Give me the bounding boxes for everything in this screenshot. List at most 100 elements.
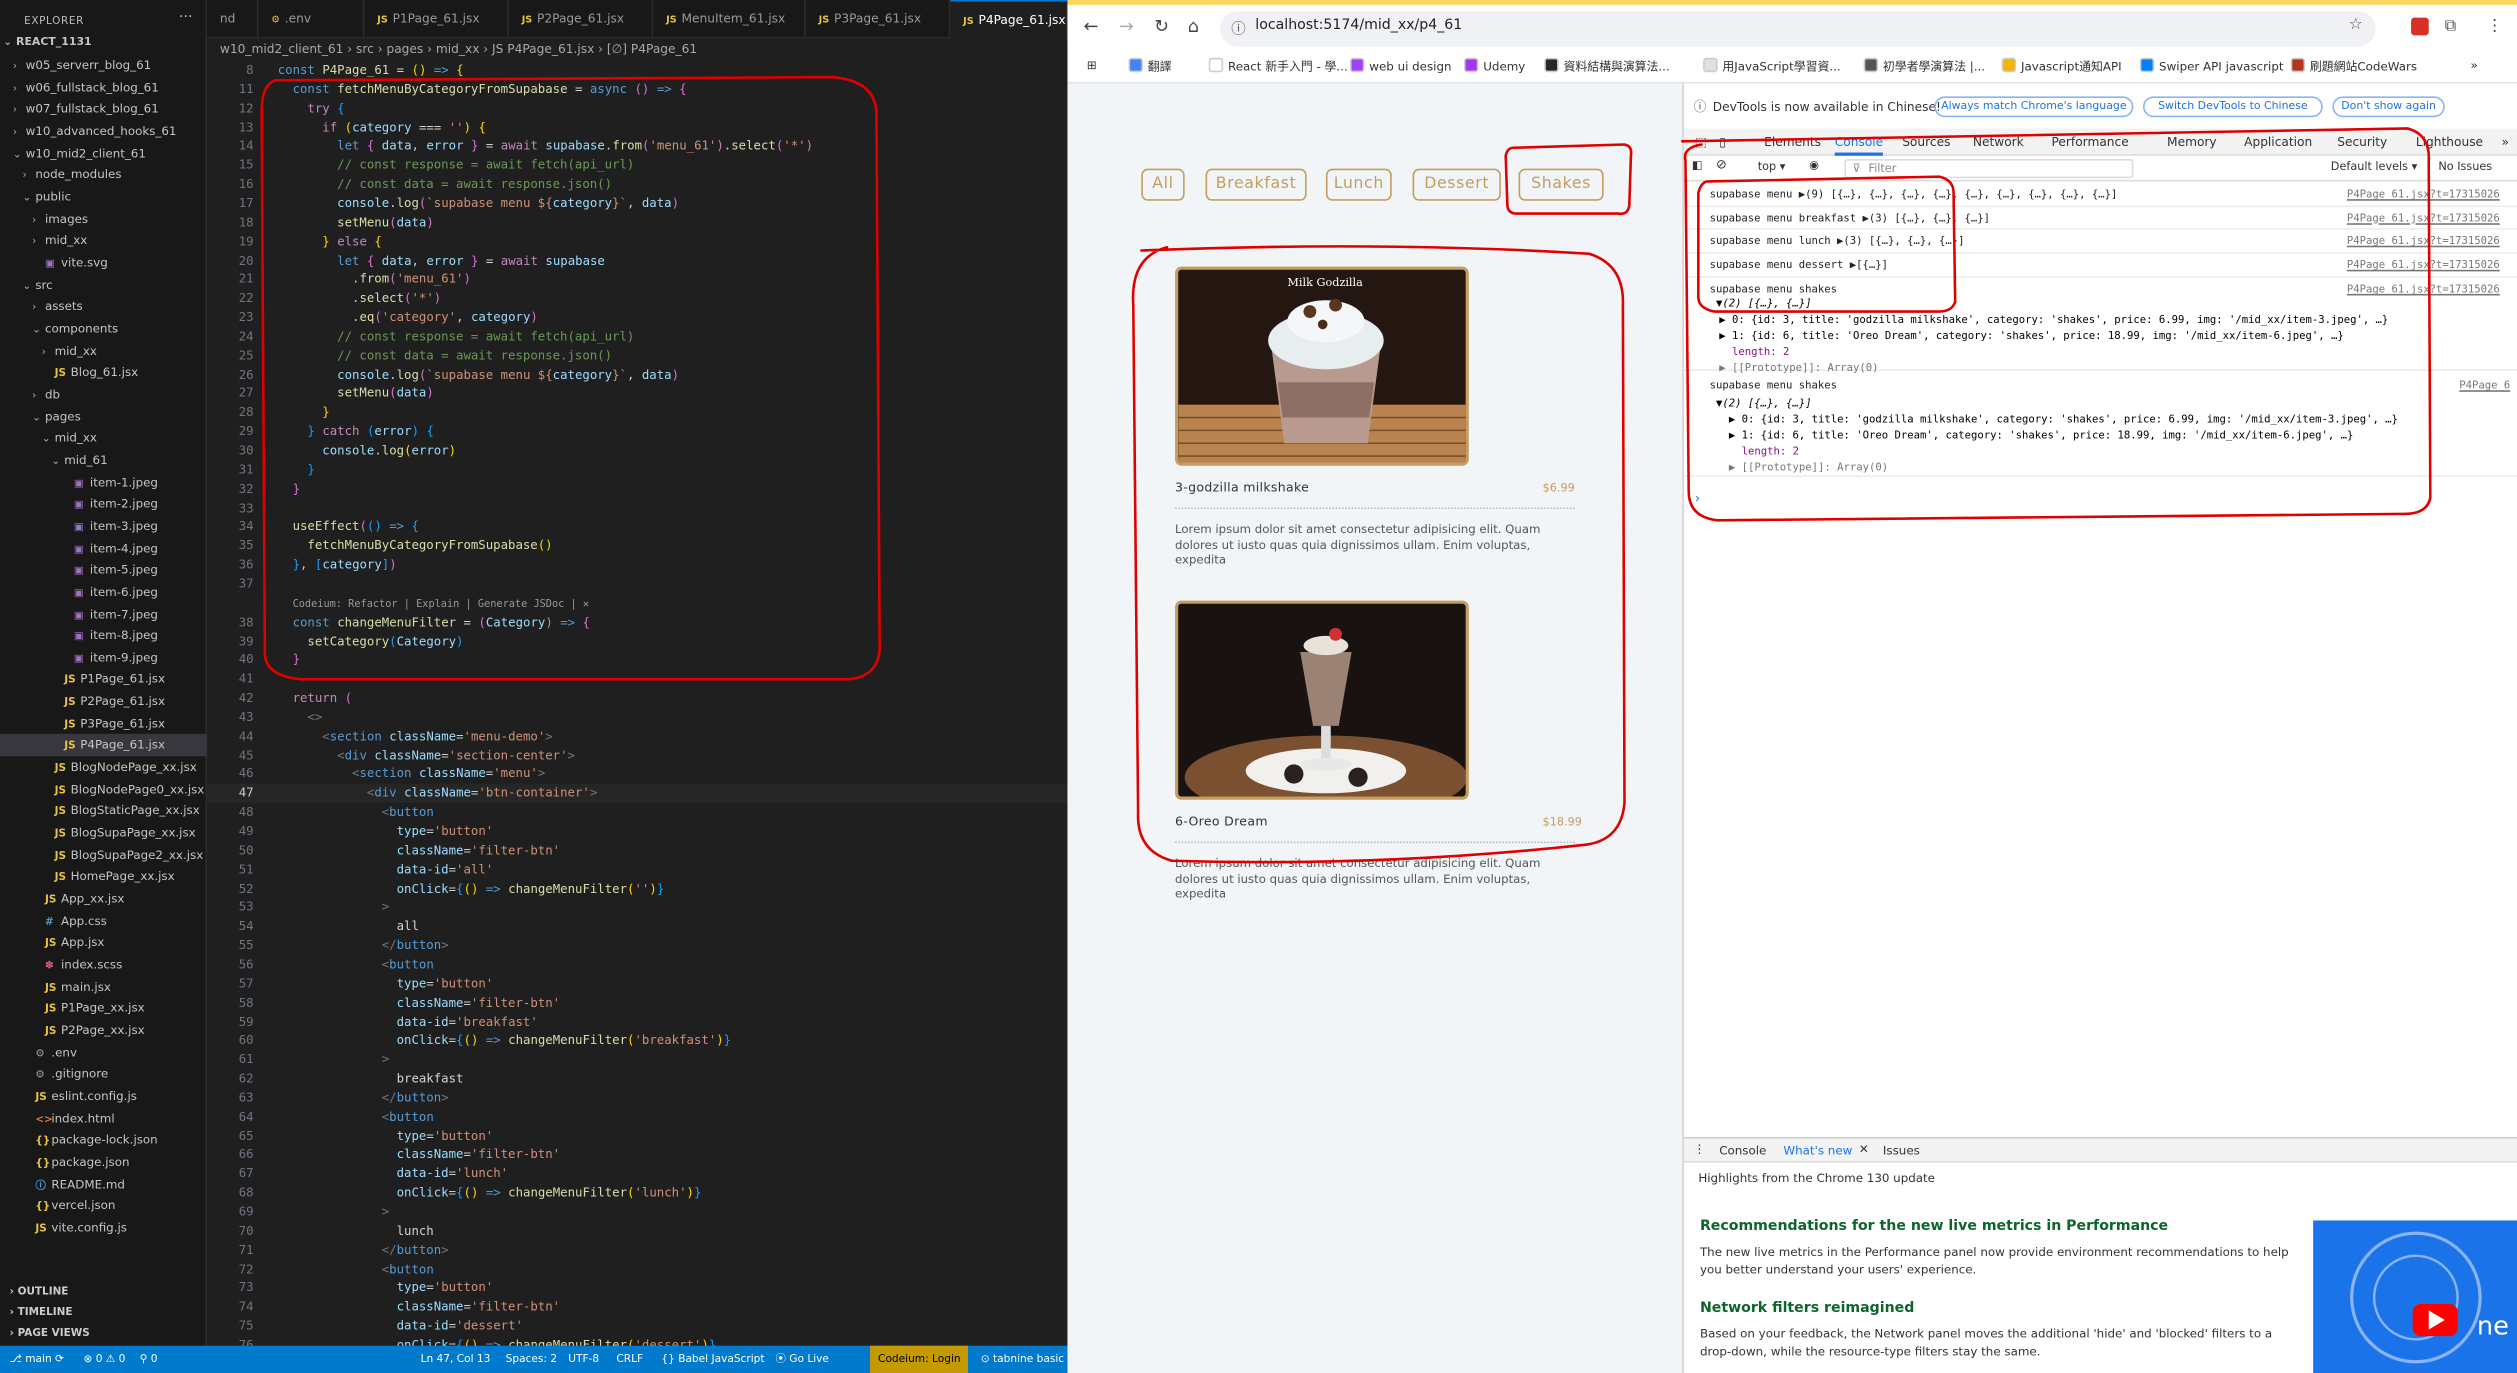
code-line[interactable]: 24 // const response = await fetch(api_u… (207, 327, 1067, 346)
code-line[interactable]: 68 onClick={() => changeMenuFilter('lunc… (207, 1184, 1067, 1203)
source-link[interactable]: P4Page_6 (2459, 379, 2510, 392)
code-line[interactable]: 66 className='filter-btn' (207, 1146, 1067, 1165)
array-entry[interactable]: ▶ 0: {id: 3, title: 'godzilla milkshake'… (1719, 313, 2388, 326)
editor-tab[interactable]: nd (207, 0, 259, 39)
array-entry[interactable]: ▶ 1: {id: 6, title: 'Oreo Dream', catego… (1729, 429, 2354, 442)
code-line[interactable]: 63 </button> (207, 1089, 1067, 1108)
tree-file[interactable]: JS BlogSupaPage2_xx.jsx (0, 844, 207, 866)
code-editor[interactable]: 8 const P4Page_61 = () => {11 const fetch… (207, 61, 1068, 1352)
code-line[interactable]: 71 </button> (207, 1241, 1067, 1260)
tree-file[interactable]: JS Blog_61.jsx (0, 362, 207, 384)
code-line[interactable]: 34 useEffect(() => { (207, 518, 1067, 537)
source-link[interactable]: P4Page_61.jsx?t=17315026 (2347, 235, 2500, 248)
tree-folder[interactable]: ⌄ mid_xx (0, 428, 207, 450)
drawer-tab-console[interactable]: Console (1719, 1143, 1766, 1157)
source-link[interactable]: P4Page_61.jsx?t=17315026 (2347, 283, 2500, 296)
console-message[interactable]: supabase menu lunch ▶(3) [{…}, {…}, {…}]… (1683, 230, 2517, 254)
forward-icon[interactable]: → (1119, 16, 1134, 37)
live-expression-icon[interactable]: ◉ (1809, 159, 1819, 172)
code-line[interactable]: 44 <section className='menu-demo'> (207, 727, 1067, 746)
more-actions-icon[interactable]: ··· (179, 10, 193, 26)
device-toolbar-icon[interactable]: ▯ (1719, 128, 1726, 155)
code-line[interactable]: Codeium: Refactor | Explain | Generate J… (207, 594, 1067, 613)
chrome-menu-icon[interactable]: ⋮ (2487, 18, 2503, 36)
code-line[interactable]: 69 > (207, 1203, 1067, 1222)
code-line[interactable]: 54 all (207, 917, 1067, 936)
code-line[interactable]: 57 type='button' (207, 974, 1067, 993)
devtools-tab-sources[interactable]: Sources (1902, 128, 1950, 155)
tree-folder[interactable]: › assets (0, 296, 207, 318)
inspect-icon[interactable]: ⬚ (1695, 128, 1707, 155)
tree-file[interactable]: ⚙ .gitignore (0, 1064, 207, 1086)
tree-file[interactable]: ⚙ .env (0, 1042, 207, 1064)
tree-folder[interactable]: ⌄ src (0, 274, 207, 296)
tree-file[interactable]: {}package.json (0, 1151, 207, 1173)
filter-button-breakfast[interactable]: Breakfast (1205, 168, 1307, 201)
context-selector[interactable]: top ▾ (1758, 161, 1786, 174)
editor-tab[interactable]: JS P3Page_61.jsx (806, 0, 951, 39)
code-line[interactable]: 72 <button (207, 1260, 1067, 1279)
tree-file[interactable]: JS P2Page_xx.jsx (0, 1020, 207, 1042)
address-bar[interactable]: ⓘ localhost:5174/mid_xx/p4_61 ☆ (1219, 11, 2376, 47)
code-line[interactable]: 23 .eq('category', category) (207, 308, 1067, 327)
code-line[interactable]: 14 let { data, error } = await supabase.… (207, 137, 1067, 156)
bookmark-item[interactable]: 用JavaScript學習資... (1703, 57, 1841, 76)
tree-folder[interactable]: › w07_fullstack_blog_61 (0, 98, 207, 120)
code-line[interactable]: 56 <button (207, 955, 1067, 974)
tree-file[interactable]: JS P3Page_61.jsx (0, 713, 207, 735)
devtools-tab-performance[interactable]: Performance (2051, 128, 2128, 155)
tree-file[interactable]: JS BlogNodePage0_xx.jsx (0, 778, 207, 800)
array-summary[interactable]: ▼(2) [{…}, {…}] (1716, 397, 1812, 410)
extensions-puzzle-icon[interactable]: ⧉ (2445, 18, 2456, 36)
filter-button-shakes[interactable]: Shakes (1518, 168, 1604, 201)
code-line[interactable]: 39 setCategory(Category) (207, 632, 1067, 651)
code-line[interactable]: 62 breakfast (207, 1070, 1067, 1089)
tree-folder[interactable]: ⌄ pages (0, 406, 207, 428)
code-line[interactable]: 17 console.log(`supabase menu ${category… (207, 194, 1067, 213)
project-root[interactable]: ⌄ REACT_1131 (0, 32, 207, 54)
go-live-button[interactable]: ⦿ Go Live (775, 1346, 829, 1373)
extension-icon[interactable] (2411, 17, 2429, 36)
more-bookmarks-icon[interactable]: » (2470, 58, 2477, 72)
code-line[interactable]: 27 setMenu(data) (207, 385, 1067, 404)
whats-new-video[interactable]: ne (2313, 1220, 2517, 1373)
tree-file[interactable]: JS P1Page_61.jsx (0, 669, 207, 691)
tree-file[interactable]: ▣ item-9.jpeg (0, 647, 207, 669)
bookmark-item[interactable]: Udemy (1463, 57, 1525, 74)
more-tabs-icon[interactable]: » (2502, 128, 2509, 155)
bookmark-item[interactable]: 資料結構與演算法... (1544, 57, 1670, 76)
tree-file[interactable]: ▣ vite.svg (0, 252, 207, 274)
back-icon[interactable]: ← (1084, 16, 1099, 37)
tree-file[interactable]: JS App.jsx (0, 932, 207, 954)
code-line[interactable]: 21 .from('menu_61') (207, 270, 1067, 289)
bookmark-item[interactable]: Swiper API javascript (2139, 57, 2284, 74)
code-line[interactable]: 32 } (207, 480, 1067, 499)
cursor-position[interactable]: Ln 47, Col 13 (421, 1346, 491, 1373)
reload-icon[interactable]: ↻ (1154, 16, 1169, 37)
bookmark-item[interactable]: Javascript通知API (2001, 57, 2122, 76)
drawer-tab-whats-new[interactable]: What's new (1783, 1143, 1852, 1157)
breadcrumb[interactable]: w10_mid2_client_61 › src › pages › mid_x… (220, 39, 697, 61)
code-line[interactable]: 64 <button (207, 1108, 1067, 1127)
code-line[interactable]: 25 // const data = await response.json() (207, 346, 1067, 365)
code-line[interactable]: 36 }, [category]) (207, 556, 1067, 575)
tree-folder[interactable]: › node_modules (0, 164, 207, 186)
tree-file[interactable]: ▣ item-2.jpeg (0, 493, 207, 515)
tree-folder[interactable]: ⌄ mid_61 (0, 449, 207, 471)
console-message-shakes[interactable]: supabase menu shakes P4Page_61.jsx?t=173… (1683, 278, 2517, 374)
tabnine-status[interactable]: ⊙ tabnine basic (981, 1346, 1064, 1373)
home-icon[interactable]: ⌂ (1188, 16, 1199, 37)
devtools-tab-lighthouse[interactable]: Lighthouse (2416, 128, 2483, 155)
code-line[interactable]: 12 try { (207, 99, 1067, 118)
dont-show-again-button[interactable]: Don't show again (2332, 96, 2445, 118)
source-link[interactable]: P4Page_61.jsx?t=17315026 (2347, 211, 2500, 224)
code-line[interactable]: 50 className='filter-btn' (207, 841, 1067, 860)
code-line[interactable]: 26 console.log(`supabase menu ${category… (207, 365, 1067, 384)
console-filter-input[interactable]: ⊽ Filter (1844, 158, 2134, 179)
code-line[interactable]: 59 data-id='breakfast' (207, 1012, 1067, 1031)
code-line[interactable]: 22 .select('*') (207, 289, 1067, 308)
filter-button-lunch[interactable]: Lunch (1325, 168, 1392, 201)
tree-file[interactable]: ▣ item-5.jpeg (0, 559, 207, 581)
code-line[interactable]: 31 } (207, 461, 1067, 480)
tree-folder[interactable]: ⌄ public (0, 186, 207, 208)
